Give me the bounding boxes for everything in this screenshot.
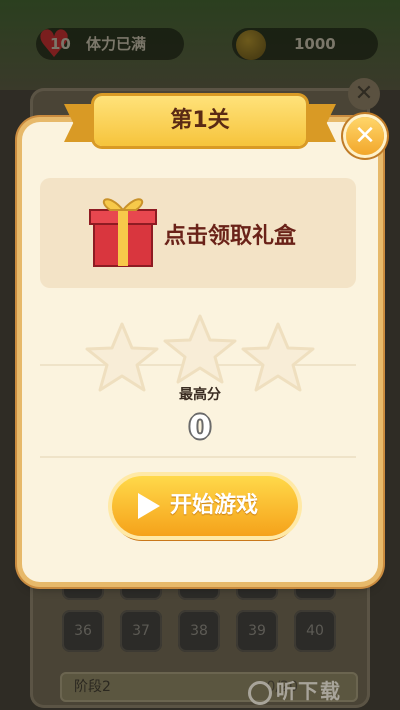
level-cell-40[interactable]: 40 bbox=[294, 610, 336, 652]
close-icon: ✕ bbox=[354, 121, 376, 151]
coin-icon bbox=[236, 30, 266, 60]
watermark-text: 听下载 bbox=[276, 679, 342, 703]
stamina-value: 10 bbox=[50, 35, 71, 53]
best-score-label: 最高分 bbox=[179, 387, 221, 403]
level-cell-36[interactable]: 36 bbox=[62, 610, 104, 652]
star-rating bbox=[84, 312, 316, 392]
stamina-status: 体力已满 bbox=[86, 35, 147, 53]
best-score-value: 0 bbox=[188, 408, 212, 446]
level-cell-38[interactable]: 38 bbox=[178, 610, 220, 652]
start-game-button[interactable]: 开始游戏 bbox=[112, 476, 298, 536]
star-icon bbox=[163, 314, 237, 384]
gift-label: 点击领取礼盒 bbox=[164, 224, 297, 249]
level-cell-37[interactable]: 37 bbox=[120, 610, 162, 652]
stamina-pill: ♥ 10 体力已满 bbox=[36, 24, 184, 64]
coin-pill: 1000 bbox=[232, 28, 378, 60]
coin-count: 1000 bbox=[294, 35, 336, 53]
level-cell-39[interactable]: 39 bbox=[236, 610, 278, 652]
level-title: 第1关 bbox=[170, 108, 230, 133]
play-icon bbox=[138, 493, 160, 519]
panel-close-icon[interactable]: ✕ bbox=[348, 78, 380, 110]
gift-claim-button[interactable]: 点击领取礼盒 bbox=[40, 178, 356, 288]
start-game-label: 开始游戏 bbox=[170, 493, 259, 518]
gift-icon bbox=[89, 198, 157, 267]
watermark: 听下载 bbox=[248, 676, 342, 706]
watermark-logo-icon bbox=[248, 680, 272, 705]
level-title-ribbon: 第1关 bbox=[94, 96, 306, 146]
close-button[interactable]: ✕ bbox=[346, 117, 384, 155]
stage-label: 阶段2 bbox=[74, 679, 111, 695]
divider bbox=[40, 456, 356, 458]
